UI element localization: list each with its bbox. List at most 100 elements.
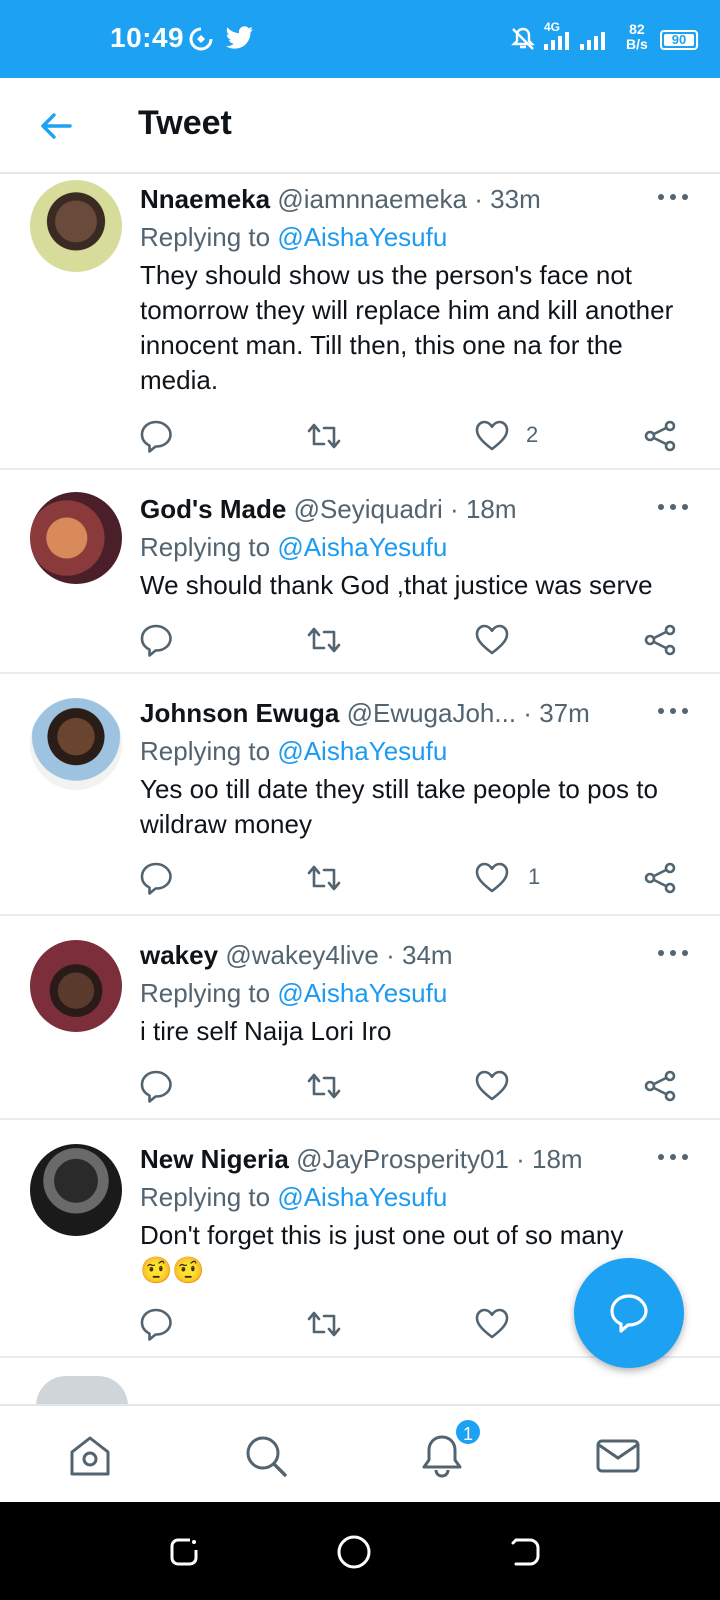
tweet-time: 18m [532, 1144, 583, 1174]
like-icon[interactable] [474, 622, 510, 658]
avatar[interactable] [36, 1376, 128, 1406]
battery-level: 90 [671, 32, 687, 47]
back-button[interactable] [36, 106, 76, 146]
mute-icon [510, 26, 536, 57]
compose-icon [610, 1294, 648, 1333]
retweet-icon[interactable] [306, 418, 342, 454]
share-icon[interactable] [642, 860, 678, 896]
tweet-header: wakey @wakey4live · 34m [140, 940, 453, 970]
like-count: 1 [528, 864, 541, 889]
like-icon[interactable] [474, 860, 510, 896]
user-handle[interactable]: @EwugaJoh... [347, 698, 516, 728]
more-icon[interactable] [656, 704, 690, 718]
avatar[interactable] [30, 492, 122, 584]
mail-icon[interactable] [594, 1432, 642, 1480]
replying-to-label: Replying to [140, 1182, 271, 1212]
share-icon[interactable] [642, 418, 678, 454]
share-icon[interactable] [642, 622, 678, 658]
tweet-time: 18m [465, 494, 517, 524]
tweet[interactable]: Johnson Ewuga @EwugaJoh... · 37m Replyin… [0, 676, 720, 916]
retweet-icon[interactable] [306, 1306, 342, 1342]
more-icon[interactable] [656, 946, 690, 960]
user-handle[interactable]: @iamnnaemeka [277, 184, 467, 214]
tweet-text: Yes oo till date they still take people … [140, 774, 658, 839]
replying-to-label: Replying to [140, 736, 271, 766]
like-icon[interactable] [474, 418, 510, 454]
tweet-time: 33m [490, 184, 541, 214]
avatar[interactable] [30, 698, 122, 790]
reply-icon[interactable] [138, 1306, 174, 1342]
page-title: Tweet [138, 104, 232, 142]
user-handle[interactable]: @wakey4live [225, 940, 379, 970]
tweet-header: God's Made @Seyiquadri · 18m [140, 494, 517, 524]
avatar[interactable] [30, 180, 122, 272]
tweet[interactable]: God's Made @Seyiquadri · 18m Replying to… [0, 472, 720, 674]
tweet[interactable]: wakey @wakey4live · 34m Replying to @Ais… [0, 918, 720, 1120]
replying-to: Replying to @AishaYesufu [140, 1182, 447, 1213]
like-count: 2 [526, 422, 539, 447]
like-icon[interactable] [474, 1306, 510, 1342]
retweet-icon[interactable] [306, 622, 342, 658]
mention-link[interactable]: @AishaYesufu [277, 1182, 447, 1212]
battery-icon: 90 [660, 30, 698, 50]
tweet-text: We should thank God ,that justice was se… [140, 570, 653, 600]
user-handle[interactable]: @Seyiquadri [294, 494, 443, 524]
recent-apps-icon[interactable] [164, 1532, 204, 1572]
avatar[interactable] [30, 940, 122, 1032]
mention-link[interactable]: @AishaYesufu [277, 736, 447, 766]
tweet[interactable]: Nnaemeka @iamnnaemeka · 33m Replying to … [0, 176, 720, 470]
notification-badge: 1 [454, 1418, 482, 1446]
replying-to: Replying to @AishaYesufu [140, 978, 447, 1009]
retweet-icon[interactable] [306, 860, 342, 896]
search-icon[interactable] [242, 1432, 290, 1480]
avatar[interactable] [30, 1144, 122, 1236]
reply-icon[interactable] [138, 860, 174, 896]
tweet-header: Johnson Ewuga @EwugaJoh... · 37m [140, 698, 590, 728]
display-name[interactable]: New Nigeria [140, 1144, 289, 1174]
top-app-bar: Tweet [0, 78, 720, 174]
tweet-text: i tire self Naija Lori Iro [140, 1016, 392, 1046]
display-name[interactable]: Johnson Ewuga [140, 698, 339, 728]
bottom-navigation: 1 [0, 1404, 720, 1502]
replying-to: Replying to @AishaYesufu [140, 736, 447, 767]
reply-icon[interactable] [138, 1068, 174, 1104]
share-icon[interactable] [642, 1068, 678, 1104]
display-name[interactable]: wakey [140, 940, 218, 970]
tweet-time: 37m [539, 698, 590, 728]
signal-icon [544, 32, 574, 55]
status-bar: 10:49 4G 82 B/s 90 [0, 0, 720, 78]
reply-icon[interactable] [138, 622, 174, 658]
mention-link[interactable]: @AishaYesufu [277, 222, 447, 252]
twitter-icon [226, 26, 254, 55]
data-saver-icon [188, 26, 214, 57]
network-speed-unit: B/s [626, 36, 648, 52]
replying-to-label: Replying to [140, 532, 271, 562]
more-icon[interactable] [656, 500, 690, 514]
system-navigation-bar [0, 1502, 720, 1600]
back-button-icon[interactable] [506, 1532, 546, 1572]
user-handle[interactable]: @JayProsperity01 [296, 1144, 509, 1174]
display-name[interactable]: God's Made [140, 494, 286, 524]
display-name[interactable]: Nnaemeka [140, 184, 270, 214]
like-icon[interactable] [474, 1068, 510, 1104]
replying-to: Replying to @AishaYesufu [140, 222, 447, 253]
tweet-text-body: Don't forget this is just one out of so … [140, 1220, 624, 1250]
replying-to: Replying to @AishaYesufu [140, 532, 447, 563]
home-button-icon[interactable] [334, 1532, 374, 1572]
replying-to-label: Replying to [140, 978, 271, 1008]
network-speed-value: 82 [629, 21, 645, 37]
tweet-emoji: 🤨🤨 [140, 1255, 205, 1285]
signal-icon-2 [580, 32, 610, 55]
reply-icon[interactable] [138, 418, 174, 454]
more-icon[interactable] [656, 190, 690, 204]
tweet-time: 34m [402, 940, 453, 970]
network-speed: 82 B/s [626, 22, 648, 52]
mention-link[interactable]: @AishaYesufu [277, 978, 447, 1008]
compose-reply-button[interactable] [574, 1258, 684, 1368]
more-icon[interactable] [656, 1150, 690, 1164]
retweet-icon[interactable] [306, 1068, 342, 1104]
mention-link[interactable]: @AishaYesufu [277, 532, 447, 562]
status-time: 10:49 [110, 22, 185, 53]
replying-to-label: Replying to [140, 222, 271, 252]
home-icon[interactable] [66, 1432, 114, 1480]
